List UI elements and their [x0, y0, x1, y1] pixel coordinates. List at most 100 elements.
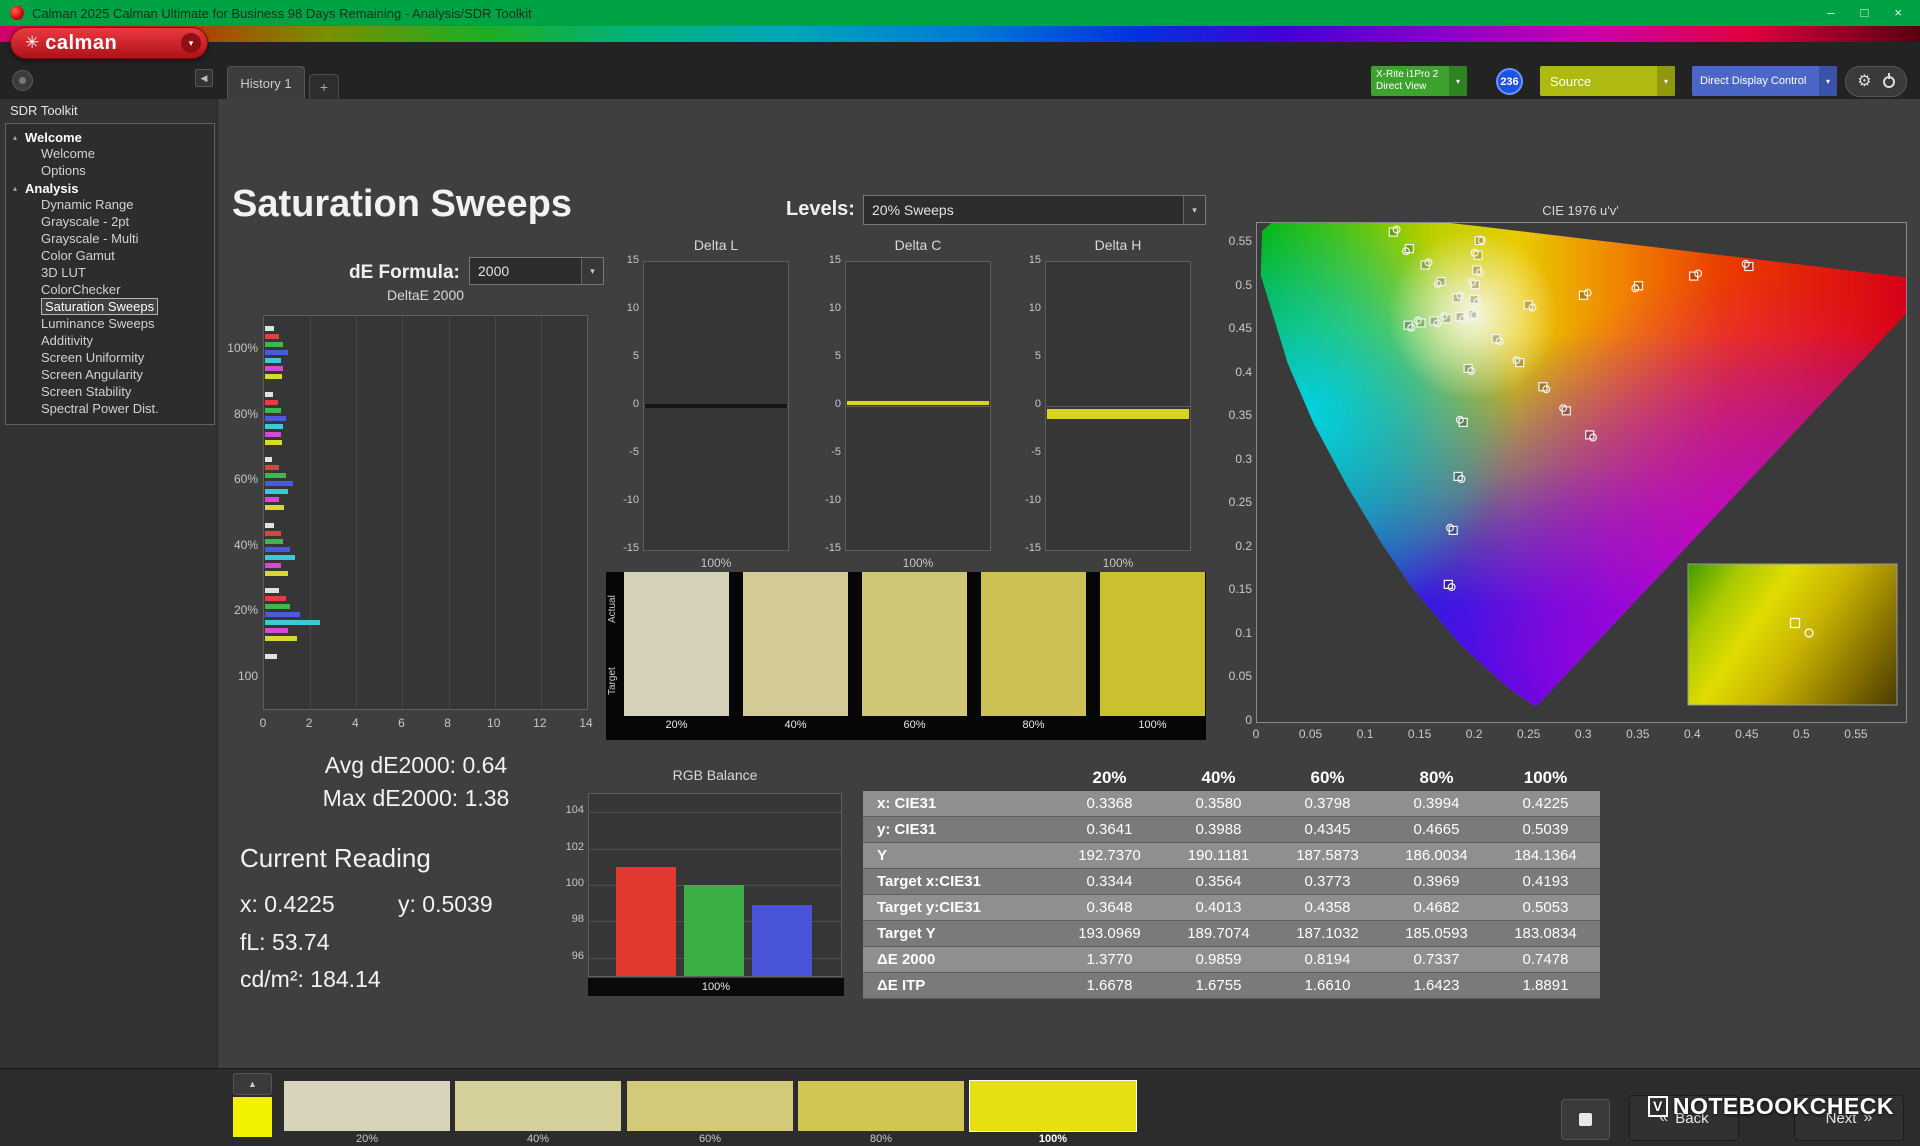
chevron-down-icon: ▾ — [1449, 66, 1467, 96]
tree-item-spectral-power-dist[interactable]: Spectral Power Dist. — [6, 401, 214, 418]
tree-item-welcome[interactable]: Welcome — [6, 146, 214, 163]
next-label: Next — [1826, 1110, 1857, 1127]
title-bar: Calman 2025 Calman Ultimate for Business… — [0, 0, 1920, 26]
tree-item-label: Screen Angularity — [41, 367, 143, 382]
table-header-cell: 100% — [1491, 765, 1600, 791]
tree-item-label: Color Gamut — [41, 248, 115, 263]
cie-axis-tick: 0.4 — [1670, 727, 1714, 741]
zero-gridline — [1046, 406, 1190, 407]
rgb-balance-title: RGB Balance — [588, 767, 842, 783]
table-cell: 0.3344 — [1055, 869, 1164, 895]
close-button[interactable]: × — [1894, 0, 1902, 26]
tree-item-dynamic-range[interactable]: Dynamic Range — [6, 197, 214, 214]
level-swatch-label: 40% — [455, 1133, 621, 1145]
rgb-axis-tick: 102 — [546, 841, 584, 853]
deltae-bar-green — [265, 473, 286, 478]
rgb-axis-tick: 96 — [546, 950, 584, 962]
level-swatch-20[interactable] — [284, 1081, 450, 1131]
tab-history-1[interactable]: History 1 — [227, 66, 305, 99]
cie-axis-tick: 0.55 — [1834, 727, 1878, 741]
table-row-label: Y — [863, 843, 1055, 869]
table-cell: 0.8194 — [1273, 947, 1382, 973]
table-cell: 0.5053 — [1491, 895, 1600, 921]
chevrons-left-icon: « — [1659, 1109, 1668, 1127]
level-swatch-label: 20% — [284, 1133, 450, 1145]
rgb-axis-tick: 98 — [546, 913, 584, 925]
calman-logo-button[interactable]: ✳ calman ▾ — [10, 27, 208, 59]
de-formula-label: dE Formula: — [349, 262, 460, 284]
deltae-axis-tick: 12 — [530, 716, 550, 730]
saturation-swatch-label: 20% — [624, 719, 729, 731]
tree-section-welcome[interactable]: ▴Welcome — [6, 129, 214, 146]
minimize-button[interactable]: – — [1827, 0, 1834, 26]
content: Saturation Sweeps dE Formula: 2000 ▾ Lev… — [218, 99, 1920, 1068]
tree-item-label: Spectral Power Dist. — [41, 401, 159, 416]
deltae-bar-green — [265, 539, 283, 544]
tree-item-screen-uniformity[interactable]: Screen Uniformity — [6, 350, 214, 367]
de-formula-dropdown[interactable]: 2000 ▾ — [469, 257, 604, 285]
deltae-bar-white — [265, 326, 274, 331]
pattern-window-eject-button[interactable]: ▲ — [233, 1073, 272, 1095]
table-cell: 0.3580 — [1164, 791, 1273, 817]
deltae-bar-red — [265, 465, 279, 470]
sidebar-menu-button[interactable] — [12, 70, 33, 91]
display-control-label: Direct Display Control — [1692, 75, 1819, 87]
rgb-balance-bar — [616, 867, 676, 976]
gear-icon[interactable]: ⚙ — [1857, 74, 1871, 90]
level-swatch-60[interactable] — [627, 1081, 793, 1131]
tree-item-grayscale-multi[interactable]: Grayscale - Multi — [6, 231, 214, 248]
tree-item-additivity[interactable]: Additivity — [6, 333, 214, 350]
reading-count-badge[interactable]: 236 — [1496, 68, 1523, 95]
level-swatch-80[interactable] — [798, 1081, 964, 1131]
table-cell: 185.0593 — [1382, 921, 1491, 947]
table-header-cell: 80% — [1382, 765, 1491, 791]
deltae-bar-blue — [265, 547, 290, 552]
tree-item-grayscale-2pt[interactable]: Grayscale - 2pt — [6, 214, 214, 231]
tree-item-colorchecker[interactable]: ColorChecker — [6, 282, 214, 299]
saturation-swatch-label: 100% — [1100, 719, 1205, 731]
deltae-bar-cyan — [265, 620, 320, 625]
table-cell: 187.1032 — [1273, 921, 1382, 947]
pattern-window-button[interactable] — [1561, 1099, 1610, 1140]
display-control-dropdown[interactable]: Direct Display Control ▾ — [1692, 66, 1837, 96]
cie-axis-tick: 0.55 — [1214, 234, 1252, 248]
deltae-bar-blue — [265, 612, 300, 617]
tree-item-screen-angularity[interactable]: Screen Angularity — [6, 367, 214, 384]
table-cell: 0.3648 — [1055, 895, 1164, 921]
de-summary: Avg dE2000: 0.64 Max dE2000: 1.38 — [246, 749, 586, 815]
meter-selector-dropdown[interactable]: X-Rite i1Pro 2 Direct View ▾ — [1371, 66, 1467, 96]
deltae-bar-yellow — [265, 440, 282, 445]
window-icon — [1579, 1113, 1592, 1126]
power-icon[interactable] — [1883, 76, 1895, 88]
maximize-button[interactable]: □ — [1861, 0, 1869, 26]
tree-item-screen-stability[interactable]: Screen Stability — [6, 384, 214, 401]
deltae-bar-cyan — [265, 358, 281, 363]
deltae-bar-blue — [265, 481, 293, 486]
level-swatch-100[interactable] — [970, 1081, 1136, 1131]
results-table: 20%40%60%80%100%x: CIE310.33680.35800.37… — [863, 765, 1602, 999]
tree-item-options[interactable]: Options — [6, 163, 214, 180]
deltae-gridline — [449, 316, 450, 709]
tree-section-label: Welcome — [25, 130, 82, 145]
tree-item-saturation-sweeps[interactable]: Saturation Sweeps — [6, 299, 214, 316]
add-tab-button[interactable]: + — [309, 74, 339, 99]
cie-axis-tick: 0.5 — [1779, 727, 1823, 741]
level-swatch-40[interactable] — [455, 1081, 621, 1131]
tree-section-analysis[interactable]: ▴Analysis — [6, 180, 214, 197]
tree-item-3d-lut[interactable]: 3D LUT — [6, 265, 214, 282]
cie-axis-tick: 0.25 — [1214, 495, 1252, 509]
calman-app-window: Calman 2025 Calman Ultimate for Business… — [0, 0, 1920, 1146]
sidebar-collapse-button[interactable]: ◀ — [195, 69, 213, 87]
deltae-gridline — [310, 316, 311, 709]
delta-axis-tick: -10 — [815, 494, 841, 506]
deltae-axis-tick: 8 — [438, 716, 458, 730]
table-cell: 187.5873 — [1273, 843, 1382, 869]
avg-de2000: Avg dE2000: 0.64 — [246, 749, 586, 782]
next-button[interactable]: Next » — [1794, 1095, 1904, 1141]
tree-item-luminance-sweeps[interactable]: Luminance Sweeps — [6, 316, 214, 333]
tree-item-color-gamut[interactable]: Color Gamut — [6, 248, 214, 265]
app-icon — [10, 6, 24, 20]
levels-dropdown[interactable]: 20% Sweeps ▾ — [863, 195, 1206, 225]
back-button[interactable]: « Back — [1629, 1095, 1739, 1141]
source-dropdown[interactable]: Source ▾ — [1540, 66, 1675, 96]
